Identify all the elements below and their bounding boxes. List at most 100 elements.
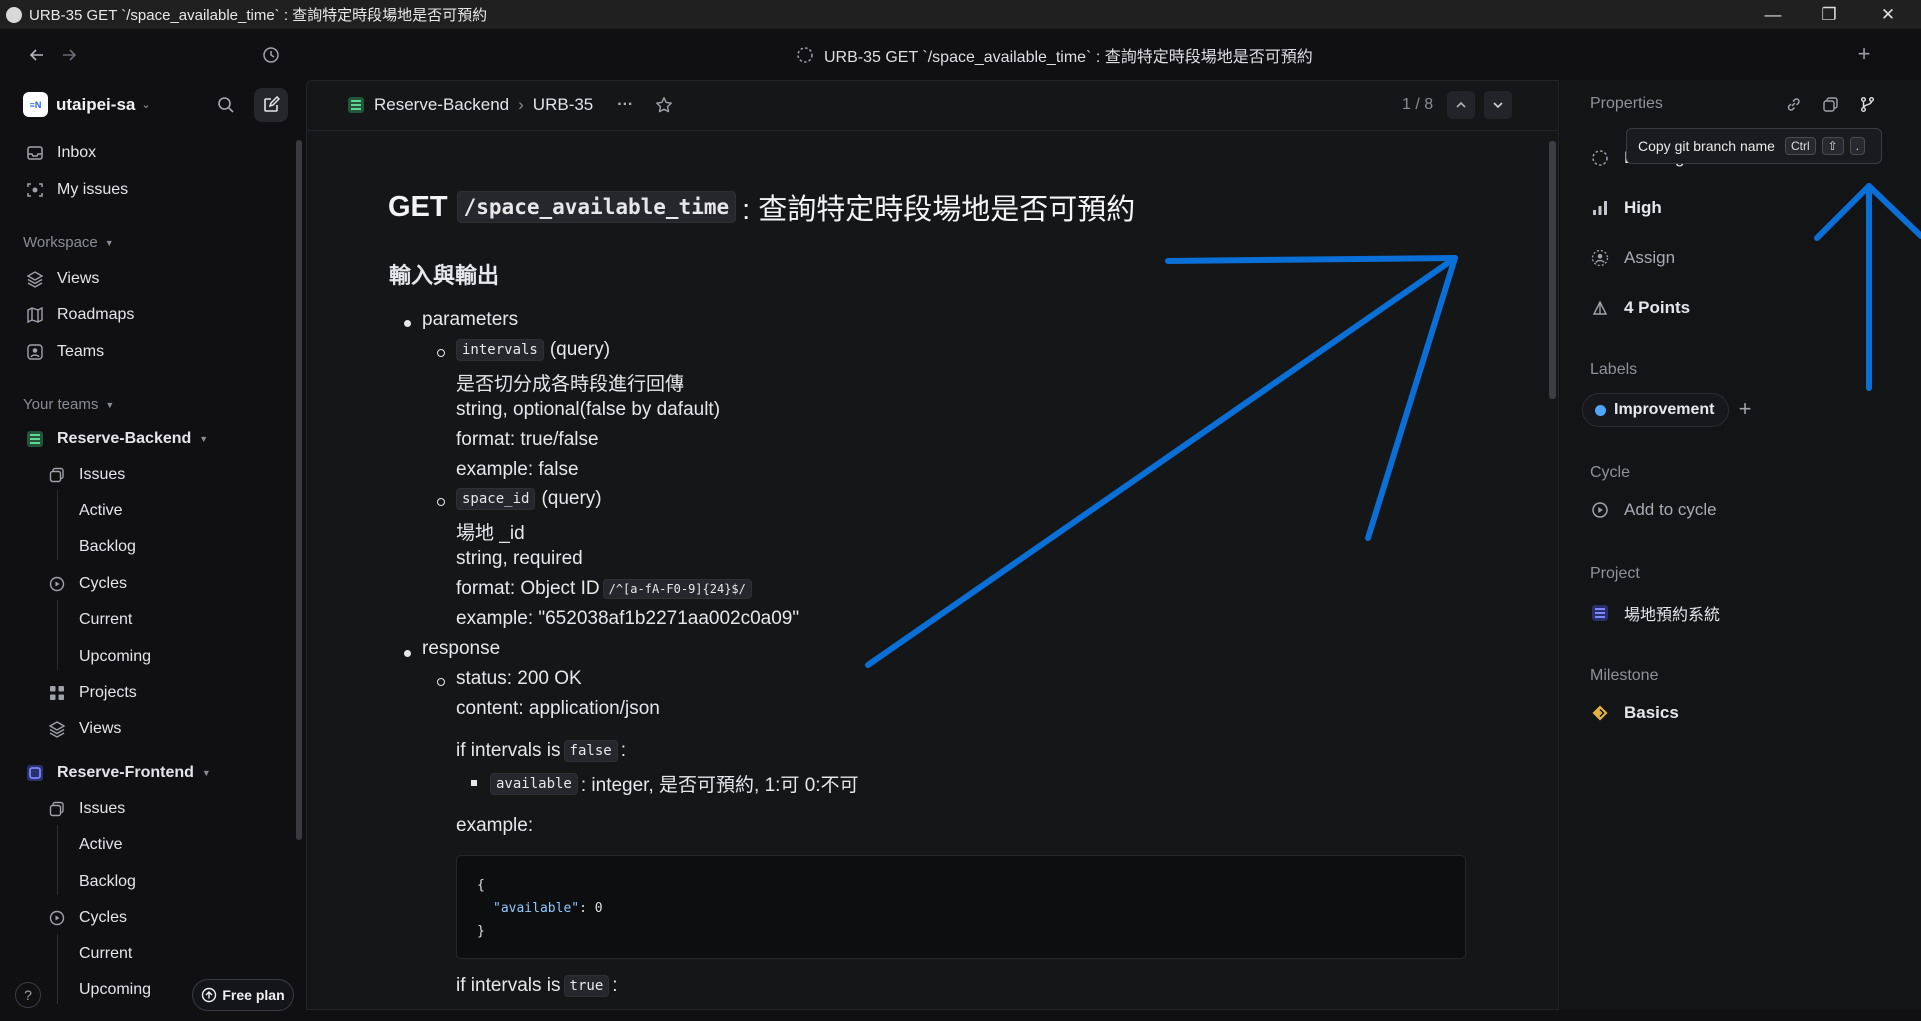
team2-backlog[interactable]: Backlog (79, 868, 136, 896)
sidebar-item-inbox[interactable]: Inbox (25, 139, 96, 167)
team1-issues[interactable]: Issues (47, 461, 125, 489)
workspace-switcher[interactable]: ≡N utaipei-sa ⌄ (23, 92, 151, 117)
estimate-property[interactable]: 4 Points (1590, 298, 1690, 318)
copy-link-icon[interactable] (1781, 92, 1805, 116)
text: if intervals is (456, 740, 561, 761)
team2-upcoming[interactable]: Upcoming (79, 976, 151, 1004)
chevron-down-icon: ⌄ (141, 99, 151, 111)
your-teams-section-header[interactable]: Your teams ▼ (23, 396, 114, 413)
sidebar-item-label: Teams (57, 343, 105, 360)
team-reserve-backend[interactable]: Reserve-Backend ▼ (25, 425, 208, 453)
team-reserve-frontend[interactable]: Reserve-Frontend ▼ (25, 759, 211, 787)
sidebar-item-teams[interactable]: Teams (25, 338, 104, 366)
tree-line (57, 490, 58, 560)
param-example: example: false (456, 459, 579, 480)
param-type: string, required (456, 548, 583, 569)
previous-issue-chevron-up-icon[interactable] (1447, 91, 1475, 119)
project-icon (1590, 603, 1610, 623)
more-options-icon[interactable]: ··· (617, 96, 633, 114)
inline-code: false (563, 740, 618, 762)
sidebar-scrollbar[interactable] (296, 140, 302, 840)
sidebar-item-label: Cycles (79, 575, 128, 592)
backlog-status-icon (1590, 148, 1610, 168)
team-name: Reserve-Backend (57, 430, 192, 447)
add-label-plus-icon[interactable]: + (1733, 396, 1757, 421)
priority-value: High (1624, 198, 1662, 217)
close-button[interactable]: ✕ (1860, 0, 1916, 29)
git-branch-icon[interactable] (1855, 92, 1879, 116)
copy-id-icon[interactable] (1818, 92, 1842, 116)
maximize-button[interactable]: ❐ (1801, 0, 1857, 29)
code-block[interactable]: { "available": 0 } (456, 855, 1466, 959)
team1-views[interactable]: Views (47, 715, 121, 743)
text: : (620, 740, 626, 761)
inline-code: /^[a-fA-F0-9]{24}$/ (602, 579, 752, 599)
forward-arrow-icon[interactable] (58, 44, 80, 66)
issue-title-path: /space_available_time (456, 191, 737, 223)
cycle-icon (47, 574, 67, 594)
team-backend-icon (25, 429, 45, 449)
project-property[interactable]: 場地預約系統 (1590, 601, 1720, 625)
favorite-star-icon[interactable] (655, 96, 673, 114)
new-tab-plus-icon[interactable]: + (1852, 41, 1876, 66)
assignee-property[interactable]: Assign (1590, 248, 1675, 268)
properties-panel (1560, 80, 1921, 1010)
breadcrumb-team[interactable]: Reserve-Backend (374, 95, 509, 115)
sidebar-item-roadmaps[interactable]: Roadmaps (25, 301, 134, 329)
available-field: available : integer, 是否可預約, 1:可 0:不可 (490, 770, 859, 797)
issue-title[interactable]: GET /space_available_time : 查詢特定時段場地是否可預… (388, 186, 1135, 228)
team1-upcoming[interactable]: Upcoming (79, 643, 151, 671)
team2-current[interactable]: Current (79, 940, 132, 968)
section-label: Your teams (23, 396, 99, 413)
free-plan-button[interactable]: Free plan (192, 979, 294, 1011)
team2-issues[interactable]: Issues (47, 795, 125, 823)
team1-active[interactable]: Active (79, 497, 123, 525)
team1-cycles[interactable]: Cycles (47, 570, 127, 598)
team2-cycles[interactable]: Cycles (47, 904, 127, 932)
milestone-diamond-icon (1590, 703, 1610, 723)
label-color-dot (1595, 404, 1606, 416)
next-issue-chevron-down-icon[interactable] (1484, 91, 1512, 119)
milestone-property[interactable]: Basics (1590, 703, 1679, 723)
assignee-value: Assign (1624, 248, 1676, 267)
breadcrumb-issue[interactable]: URB-35 (533, 95, 593, 115)
label-improvement[interactable]: Improvement (1582, 393, 1730, 427)
param-desc: 場地 _id (456, 523, 525, 544)
section-label: Workspace (23, 234, 98, 251)
new-issue-compose-icon[interactable] (254, 88, 288, 122)
layers-icon (47, 719, 67, 739)
param-space-id: space_id (query) (456, 488, 602, 510)
parameters-item: parameters (422, 309, 519, 330)
team1-projects[interactable]: Projects (47, 679, 137, 707)
history-clock-icon[interactable] (259, 43, 283, 67)
free-plan-label: Free plan (222, 987, 285, 1003)
team2-active[interactable]: Active (79, 831, 123, 859)
team-frontend-icon (25, 763, 45, 783)
sidebar-item-my-issues[interactable]: My issues (25, 176, 128, 204)
param-format: format: true/false (456, 429, 599, 450)
workspace-section-header[interactable]: Workspace ▼ (23, 234, 114, 251)
param-type: string, optional(false by dafault) (456, 399, 721, 420)
team1-current[interactable]: Current (79, 606, 132, 634)
copy-git-branch-tooltip: Copy git branch name Ctrl ⇧ . (1626, 128, 1882, 164)
priority-property[interactable]: High (1590, 198, 1662, 218)
code-key: "available" (493, 901, 580, 916)
teams-icon (25, 342, 45, 362)
main-scrollbar[interactable] (1549, 141, 1556, 399)
search-icon[interactable] (214, 93, 238, 117)
sidebar-item-views[interactable]: Views (25, 265, 99, 293)
sidebar-item-label: My issues (57, 181, 129, 198)
team1-backlog[interactable]: Backlog (79, 533, 136, 561)
sidebar-item-label: Views (79, 720, 122, 737)
help-button[interactable]: ? (15, 982, 41, 1008)
tree-line (57, 934, 58, 1004)
issue-title-rest: : 查詢特定時段場地是否可預約 (742, 194, 1136, 226)
minimize-button[interactable]: — (1745, 0, 1801, 29)
caret-down-icon: ▼ (199, 434, 209, 444)
back-arrow-icon[interactable] (26, 44, 48, 66)
cycle-property[interactable]: Add to cycle (1590, 500, 1717, 520)
breadcrumb-bar: Reserve-Backend › URB-35 ··· 1 / 8 (307, 81, 1558, 131)
kbd-period: . (1849, 137, 1866, 155)
layers-icon (25, 269, 45, 289)
param-desc: 是否切分成各時段進行回傳 (456, 374, 685, 395)
